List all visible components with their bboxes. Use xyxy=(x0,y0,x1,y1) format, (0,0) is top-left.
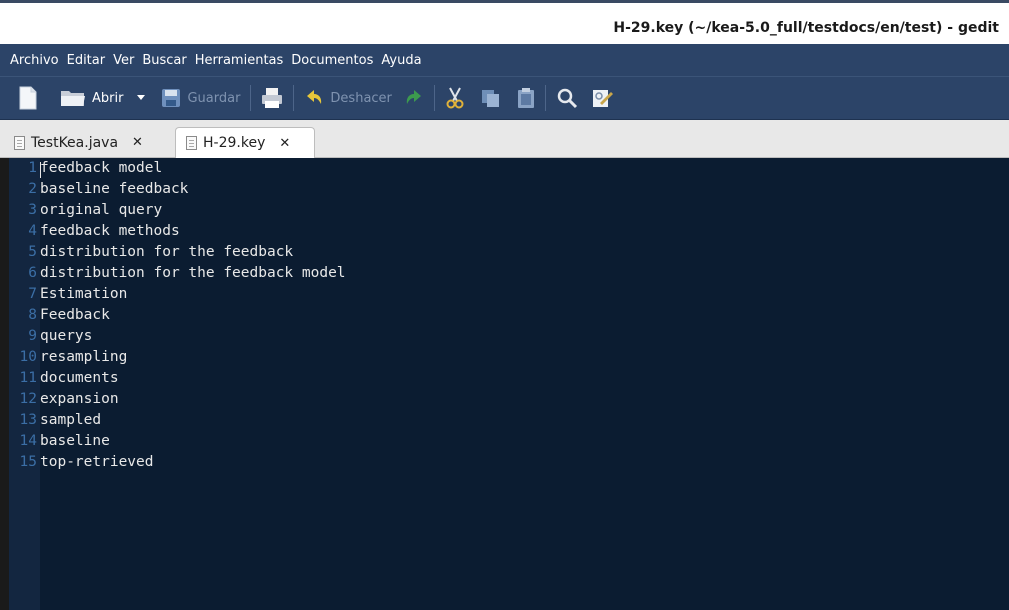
toolbar: Abrir Guardar Deshacer xyxy=(0,76,1009,120)
line-number: 14 xyxy=(19,433,37,449)
line-text: distribution for the feedback xyxy=(40,244,294,260)
search-button[interactable] xyxy=(556,81,578,115)
print-button[interactable] xyxy=(261,81,283,115)
find-replace-icon xyxy=(592,90,613,107)
find-replace-button[interactable] xyxy=(592,81,614,115)
print-icon xyxy=(262,88,283,108)
line-text: feedback methods xyxy=(40,223,180,239)
line-number: 2 xyxy=(28,181,37,197)
save-button[interactable]: Guardar xyxy=(161,81,240,115)
menu-editar[interactable]: Editar xyxy=(64,53,109,68)
tab-testkea-java[interactable]: TestKea.java ✕ xyxy=(4,127,172,158)
menu-bar: Archivo Editar Ver Buscar Herramientas D… xyxy=(0,44,1009,76)
document-icon xyxy=(14,135,25,150)
tab-label: H-29.key xyxy=(203,135,266,151)
line-number: 15 xyxy=(19,454,37,470)
line-text: Estimation xyxy=(40,286,128,302)
redo-button[interactable] xyxy=(404,81,424,115)
editor-line[interactable]: 6 distribution for the feedback model xyxy=(9,263,346,284)
save-icon xyxy=(162,89,181,107)
toolbar-separator xyxy=(250,85,252,111)
close-icon[interactable]: ✕ xyxy=(279,136,290,151)
line-number: 1 xyxy=(28,160,37,176)
editor-line[interactable]: 1 feedback model xyxy=(9,158,162,179)
line-text: Feedback xyxy=(40,307,110,323)
document-icon xyxy=(186,136,197,150)
editor-line[interactable]: 10 resampling xyxy=(9,347,128,368)
tab-bar: TestKea.java ✕ H-29.key ✕ xyxy=(0,120,1009,158)
line-text: sampled xyxy=(40,412,102,428)
editor-line[interactable]: 8 Feedback xyxy=(9,305,110,326)
line-text: documents xyxy=(40,370,119,386)
tab-label: TestKea.java xyxy=(31,134,119,151)
undo-button[interactable]: Deshacer xyxy=(304,81,392,115)
toolbar-separator xyxy=(433,85,435,111)
toolbar-separator xyxy=(544,85,546,111)
paste-icon xyxy=(517,88,534,108)
editor-line[interactable]: 14 baseline xyxy=(9,431,110,452)
editor-line[interactable]: 5 distribution for the feedback xyxy=(9,242,293,263)
editor-line[interactable]: 15 top-retrieved xyxy=(9,452,154,473)
copy-icon xyxy=(481,90,499,107)
search-icon xyxy=(557,88,577,109)
line-text: baseline xyxy=(40,433,110,449)
line-text: querys xyxy=(40,328,93,344)
line-number: 6 xyxy=(28,265,37,281)
line-text: original query xyxy=(40,202,163,218)
menu-documentos[interactable]: Documentos xyxy=(288,53,376,68)
line-number: 7 xyxy=(28,286,37,302)
line-number: 12 xyxy=(19,391,37,407)
tab-h-29-key[interactable]: H-29.key ✕ xyxy=(175,127,315,158)
editor-line[interactable]: 11 documents xyxy=(9,368,119,389)
new-document-icon xyxy=(19,86,37,110)
editor-line[interactable]: 4 feedback methods xyxy=(9,221,180,242)
line-number: 8 xyxy=(28,307,37,323)
line-number: 3 xyxy=(28,202,37,218)
new-button[interactable] xyxy=(18,81,38,115)
menu-ver[interactable]: Ver xyxy=(110,53,137,68)
line-number: 5 xyxy=(28,244,37,260)
toolbar-separator xyxy=(293,85,295,111)
chevron-down-icon[interactable] xyxy=(129,93,151,103)
open-label: Abrir xyxy=(92,90,124,106)
menu-buscar[interactable]: Buscar xyxy=(139,53,189,68)
line-text: top-retrieved xyxy=(40,454,154,470)
line-text: expansion xyxy=(40,391,119,407)
editor-line[interactable]: 2 baseline feedback xyxy=(9,179,188,200)
menu-herramientas[interactable]: Herramientas xyxy=(192,53,287,68)
redo-icon xyxy=(406,90,421,104)
paste-button[interactable] xyxy=(517,81,535,115)
line-text: resampling xyxy=(40,349,128,365)
folder-icon xyxy=(61,91,85,106)
cut-button[interactable] xyxy=(445,81,465,115)
cut-icon xyxy=(446,87,464,109)
copy-button[interactable] xyxy=(481,81,501,115)
editor-line[interactable]: 13 sampled xyxy=(9,410,102,431)
line-number: 4 xyxy=(28,223,37,239)
line-number: 11 xyxy=(19,370,37,386)
editor-line[interactable]: 7 Estimation xyxy=(9,284,127,305)
save-label: Guardar xyxy=(187,90,241,106)
line-text: distribution for the feedback model xyxy=(40,265,346,281)
window-left-edge xyxy=(0,158,9,610)
line-text: feedback model xyxy=(40,160,163,176)
editor-line[interactable]: 12 expansion xyxy=(9,389,119,410)
menu-ayuda[interactable]: Ayuda xyxy=(378,53,424,68)
undo-label: Deshacer xyxy=(330,90,392,106)
line-number: 13 xyxy=(19,412,37,428)
editor-line[interactable]: 3 original query xyxy=(9,200,162,221)
open-button[interactable]: Abrir xyxy=(60,81,151,115)
editor-line[interactable]: 9 querys xyxy=(9,326,92,347)
undo-icon xyxy=(307,90,322,104)
text-editor[interactable]: 1 feedback model 2 baseline feedback 3 origin… xyxy=(9,158,1009,610)
line-number: 9 xyxy=(28,328,37,344)
window-titlebar: H-29.key (~/kea-5.0_full/testdocs/en/tes… xyxy=(0,0,1009,44)
line-number: 10 xyxy=(19,349,37,365)
line-text: baseline feedback xyxy=(40,181,189,197)
close-icon[interactable]: ✕ xyxy=(132,135,143,150)
window-title: H-29.key (~/kea-5.0_full/testdocs/en/tes… xyxy=(613,20,999,36)
menu-archivo[interactable]: Archivo xyxy=(7,53,62,68)
